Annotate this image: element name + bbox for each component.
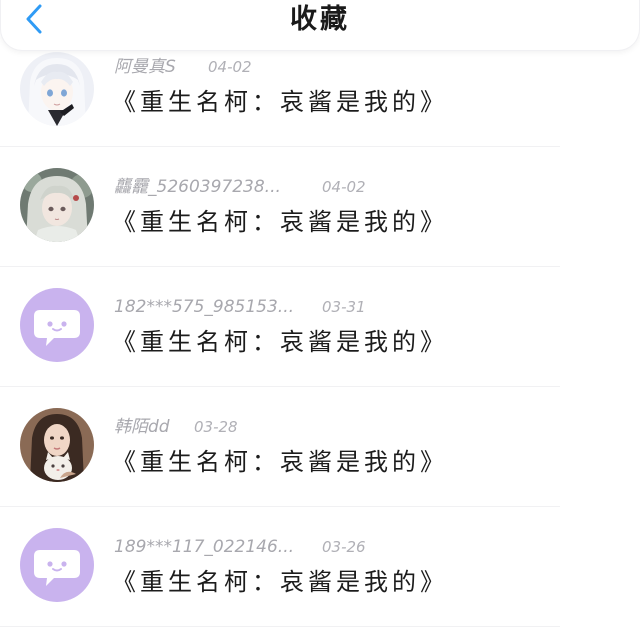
avatar[interactable] [20, 408, 94, 482]
book-title[interactable]: 《重生名柯：哀酱是我的》 [112, 84, 448, 120]
item-meta: 阿曼真S 04-02 [114, 54, 252, 80]
book-title[interactable]: 《重生名柯：哀酱是我的》 [112, 204, 448, 240]
list-item[interactable]: 189***117_022146... 03-26 《重生名柯：哀酱是我的》 [0, 508, 640, 628]
anime-avatar-image [20, 52, 94, 126]
book-title[interactable]: 《重生名柯：哀酱是我的》 [112, 324, 448, 360]
username[interactable]: 韩陌dd [114, 414, 170, 440]
username[interactable]: 182***575_985153... [114, 294, 294, 320]
item-meta: 韩陌dd 03-28 [114, 414, 238, 440]
list-item[interactable]: 龘龗_5260397238... 04-02 《重生名柯：哀酱是我的》 [0, 148, 640, 268]
item-meta: 189***117_022146... 03-26 [114, 534, 366, 560]
divider [0, 626, 560, 627]
book-title[interactable]: 《重生名柯：哀酱是我的》 [112, 564, 448, 600]
item-meta: 182***575_985153... 03-31 [114, 294, 366, 320]
list-item[interactable]: 韩陌dd 03-28 《重生名柯：哀酱是我的》 [0, 388, 640, 508]
avatar[interactable] [20, 168, 94, 242]
divider [0, 266, 560, 267]
avatar[interactable] [20, 288, 94, 362]
page-title: 收藏 [290, 4, 350, 35]
nav-header: 收藏 [0, 0, 640, 51]
chat-bubble-icon [34, 310, 80, 346]
favorites-page: 阿曼真S 04-02 《重生名柯：哀酱是我的》 龘龗_5260397238...… [0, 0, 640, 640]
photo-avatar-image [20, 408, 94, 482]
divider [0, 386, 560, 387]
username[interactable]: 龘龗_5260397238... [114, 174, 281, 200]
date: 03-28 [194, 418, 238, 436]
list-item[interactable]: 182***575_985153... 03-31 《重生名柯：哀酱是我的》 [0, 268, 640, 388]
divider [0, 146, 560, 147]
anime-avatar-image [20, 168, 94, 242]
username[interactable]: 189***117_022146... [114, 534, 294, 560]
username[interactable]: 阿曼真S [114, 54, 176, 80]
date: 04-02 [322, 178, 366, 196]
book-title[interactable]: 《重生名柯：哀酱是我的》 [112, 444, 448, 480]
item-meta: 龘龗_5260397238... 04-02 [114, 174, 366, 200]
favorites-list: 阿曼真S 04-02 《重生名柯：哀酱是我的》 龘龗_5260397238...… [0, 0, 640, 640]
date: 04-02 [208, 58, 252, 76]
avatar[interactable] [20, 528, 94, 602]
chat-bubble-icon [34, 550, 80, 586]
date: 03-26 [322, 538, 366, 556]
divider [0, 506, 560, 507]
avatar[interactable] [20, 52, 94, 126]
date: 03-31 [322, 298, 366, 316]
